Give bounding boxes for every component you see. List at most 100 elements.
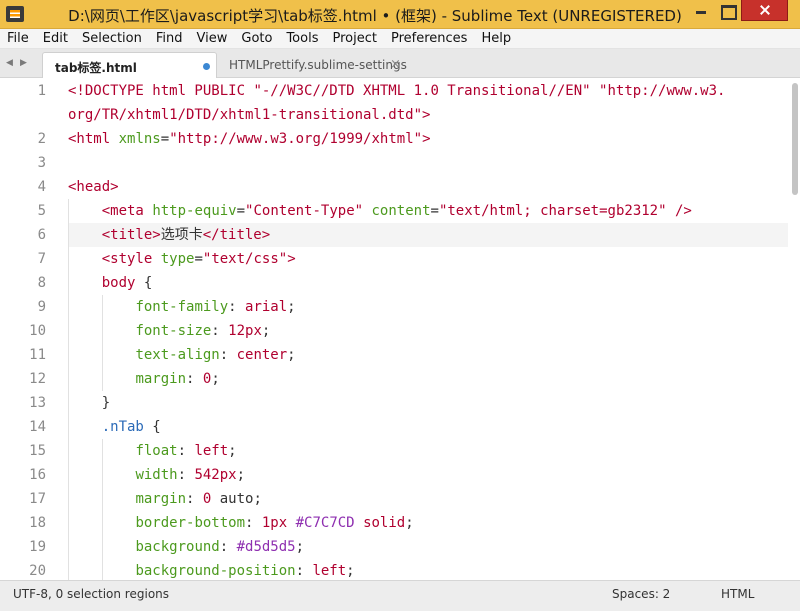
maximize-button[interactable] [714,0,741,21]
unsaved-dot-icon[interactable] [203,63,210,70]
code-line[interactable]: <style type="text/css"> [68,247,296,271]
code-editor[interactable]: 1 2 3 4 5 6 7 8 9 10 11 12 13 14 15 16 17 18 19 20 <!DOCTYP… [0,79,800,580]
code-token: #d5d5d5 [236,539,296,555]
code-line[interactable]: <html xmlns="http://www.w3.org/1999/xhtm… [68,127,431,151]
code-line[interactable]: font-size: 12px; [68,319,270,343]
code-token: <!DOCTYPE html PUBLIC [68,83,254,99]
tab-tab-html[interactable]: tab标签.html [42,52,217,78]
code-token: margin [135,371,187,387]
code-line[interactable]: <title>选项卡</title> [68,223,270,247]
code-line[interactable]: body { [68,271,153,295]
menu-tools[interactable]: Tools [286,31,318,46]
menu-find[interactable]: Find [156,31,183,46]
code-token: = [236,203,246,219]
menu-selection[interactable]: Selection [82,31,142,46]
code-token: </title> [202,227,271,243]
code-token: ; [228,443,237,459]
menu-edit[interactable]: Edit [43,31,68,46]
code-line[interactable]: background: #d5d5d5; [68,535,304,559]
code-line[interactable]: org/TR/xhtml1/DTD/xhtml1-transitional.dt… [68,103,430,127]
menu-bar: File Edit Selection Find View Goto Tools… [0,29,800,49]
code-token: auto; [211,491,262,507]
line-number: 14 [29,419,46,435]
line-number: 16 [29,467,46,483]
code-token: = [194,251,203,267]
line-number-gutter: 1 2 3 4 5 6 7 8 9 10 11 12 13 14 15 16 17 18 19 20 [0,79,56,580]
code-token: : [295,563,313,579]
code-token: "Content-Type" [245,203,364,219]
menu-help[interactable]: Help [481,31,511,46]
line-number: 12 [29,371,46,387]
code-token: 542px [194,467,237,483]
code-token: <html [68,131,111,147]
minimize-button[interactable] [687,0,714,21]
code-token: xmlns [118,131,161,147]
indent-guide [102,295,103,391]
code-line[interactable]: <meta http-equiv="Content-Type" content=… [68,199,692,223]
code-token: content [371,203,431,219]
code-token: border-bottom [135,515,246,531]
code-token: <style [101,251,153,267]
line-number: 18 [29,515,46,531]
code-line[interactable]: <!DOCTYPE html PUBLIC "-//W3C//DTD XHTML… [68,79,725,103]
code-token: left [312,563,347,579]
code-token: : [219,347,237,363]
code-area[interactable]: <!DOCTYPE html PUBLIC "-//W3C//DTD XHTML… [68,79,798,580]
code-token: <meta [101,203,144,219]
code-token: center [236,347,288,363]
code-token: : [228,299,246,315]
code-token: ; [287,299,296,315]
code-token: text-align [135,347,220,363]
window-title: D:\网页\工作区\javascript学习\tab标签.html • (框架)… [0,5,800,26]
code-token: background [135,539,220,555]
menu-goto[interactable]: Goto [241,31,272,46]
code-token: org/TR/xhtml1/DTD/xhtml1-transitional.dt… [68,107,423,123]
code-token: ; [287,347,296,363]
code-token: body [101,275,136,291]
menu-view[interactable]: View [197,31,228,46]
status-syntax[interactable]: HTML [721,587,754,601]
status-indentation[interactable]: Spaces: 2 [612,587,670,601]
code-line[interactable]: width: 542px; [68,463,245,487]
code-token: : [211,323,229,339]
code-line[interactable]: <head> [68,175,119,199]
menu-preferences[interactable]: Preferences [391,31,467,46]
scrollbar-thumb[interactable] [792,83,798,195]
tab-close-icon[interactable]: × [390,57,401,72]
code-token: > [287,251,296,267]
code-line[interactable]: margin: 0; [68,367,219,391]
line-number: 11 [29,347,46,363]
tab-scroll-left-icon[interactable]: ◀ [6,58,13,68]
line-number: 9 [37,299,46,315]
close-button[interactable] [741,0,788,21]
code-line[interactable]: float: left; [68,439,237,463]
title-bar: D:\网页\工作区\javascript学习\tab标签.html • (框架)… [0,0,800,29]
code-line[interactable]: border-bottom: 1px #C7C7CD solid; [68,511,413,535]
code-line[interactable]: background-position: left; [68,559,354,580]
code-token: "text/html; charset=gb2312" [438,203,667,219]
line-number: 5 [37,203,46,219]
line-number: 15 [29,443,46,459]
code-line[interactable]: .nTab { [68,415,161,439]
code-token: { [135,275,153,291]
menu-project[interactable]: Project [332,31,376,46]
menu-file[interactable]: File [7,31,29,46]
code-token: : [245,515,262,531]
line-number: 19 [29,539,46,555]
code-token: 选项卡 [160,227,203,243]
code-line[interactable]: } [68,391,110,415]
code-line[interactable]: margin: 0 auto; [68,487,262,511]
code-token: 1px [261,515,288,531]
line-number: 17 [29,491,46,507]
line-number: 20 [29,563,46,579]
tab-scroll-right-icon[interactable]: ▶ [20,58,27,68]
code-token: ; [236,467,246,483]
line-number: 2 [37,131,46,147]
tab-htmlprettify-settings[interactable]: HTMLPrettify.sublime-settings × [217,52,407,78]
